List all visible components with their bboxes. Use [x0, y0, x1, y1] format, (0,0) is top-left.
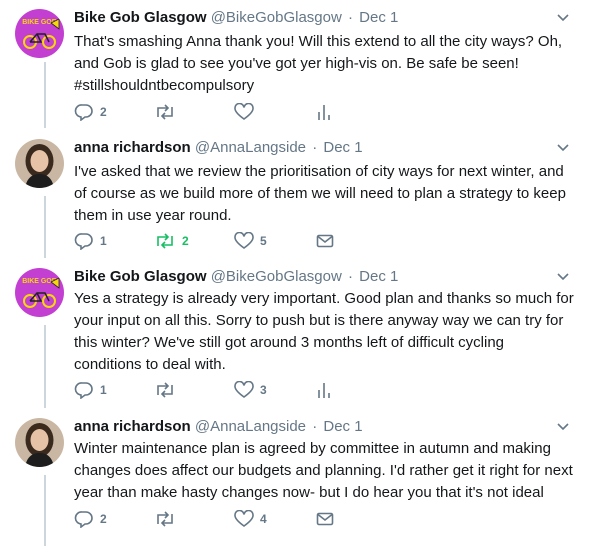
author-name[interactable]: anna richardson	[74, 139, 191, 156]
retweet-button[interactable]	[154, 102, 182, 122]
message-button[interactable]	[316, 231, 334, 251]
like-button[interactable]: 3	[234, 380, 267, 400]
retweet-button[interactable]	[154, 380, 182, 400]
separator: ·	[348, 268, 353, 285]
avatar-bike-gob-glasgow[interactable]: BIKE GOB	[15, 268, 64, 317]
retweet-icon	[157, 104, 173, 120]
like-button[interactable]: 4	[234, 509, 267, 529]
reply-count: 1	[100, 383, 107, 397]
avatar-bike-gob-glasgow[interactable]: BIKE GOB	[15, 9, 64, 58]
like-count: 5	[260, 234, 267, 248]
reply-icon	[74, 233, 93, 250]
reply-button[interactable]: 1	[74, 380, 107, 400]
tweet-text: I've asked that we review the prioritisa…	[74, 163, 566, 224]
timestamp[interactable]: Dec 1	[359, 9, 398, 26]
reply-button[interactable]: 2	[74, 509, 107, 529]
author-handle[interactable]: @AnnaLangside	[195, 418, 306, 435]
retweet-icon	[157, 382, 173, 398]
separator: ·	[348, 9, 353, 26]
tweet-text: Yes a strategy is already very important…	[74, 290, 574, 373]
author-handle[interactable]: @AnnaLangside	[195, 139, 306, 156]
tweet-header: anna richardson @AnnaLangside · Dec 1	[74, 418, 363, 435]
reply-icon	[74, 511, 93, 528]
tweet[interactable]: anna richardson @AnnaLangside · Dec 1 I'…	[0, 139, 593, 259]
tweet-header: Bike Gob Glasgow @BikeGobGlasgow · Dec 1	[74, 268, 398, 285]
like-count: 4	[260, 512, 267, 526]
avatar-anna-richardson[interactable]	[15, 139, 64, 188]
tweet-actions: 2 4	[74, 509, 374, 529]
heart-icon	[234, 510, 254, 527]
tweet[interactable]: BIKE GOB Bike Gob Glasgow @BikeGobGlasgo…	[0, 268, 593, 408]
heart-icon	[234, 381, 254, 398]
retweet-button[interactable]	[154, 509, 182, 529]
chevron-down-icon[interactable]	[555, 11, 571, 25]
chevron-down-icon[interactable]	[555, 141, 571, 155]
analytics-button[interactable]	[316, 380, 332, 400]
retweet-icon	[157, 511, 173, 527]
timestamp[interactable]: Dec 1	[359, 268, 398, 285]
analytics-icon	[318, 105, 330, 120]
timestamp[interactable]: Dec 1	[323, 139, 362, 156]
tweet[interactable]: BIKE GOB Bike Gob Glasgow @BikeGobGlasgo…	[0, 9, 593, 129]
reply-icon	[74, 382, 93, 399]
tweet-text: Winter maintenance plan is agreed by com…	[74, 440, 573, 501]
retweet-button[interactable]: 2	[154, 231, 189, 251]
chevron-down-icon[interactable]	[555, 270, 571, 284]
tweet-actions: 1 3	[74, 380, 374, 400]
separator: ·	[312, 139, 318, 156]
profile-photo-icon	[15, 418, 64, 467]
tweet-actions: 1 2 5	[74, 231, 374, 251]
heart-icon	[234, 232, 254, 249]
tweet-header: anna richardson @AnnaLangside · Dec 1	[74, 139, 363, 156]
tweet-actions: 2	[74, 102, 374, 122]
retweet-icon	[157, 233, 173, 249]
author-handle[interactable]: @BikeGobGlasgow	[211, 268, 342, 285]
timestamp[interactable]: Dec 1	[323, 418, 362, 435]
analytics-button[interactable]	[316, 102, 332, 122]
reply-count: 2	[100, 512, 107, 526]
message-icon	[316, 234, 334, 248]
retweet-count: 2	[182, 234, 189, 248]
analytics-icon	[318, 383, 330, 398]
reply-button[interactable]: 1	[74, 231, 107, 251]
like-button[interactable]: 5	[234, 231, 267, 251]
bike-gob-logo-icon: BIKE GOB	[15, 9, 64, 58]
reply-button[interactable]: 2	[74, 102, 107, 122]
avatar-anna-richardson[interactable]	[15, 418, 64, 467]
tweet-text: That's smashing Anna thank you! Will thi…	[74, 33, 563, 94]
message-icon	[316, 512, 334, 526]
tweet-header: Bike Gob Glasgow @BikeGobGlasgow · Dec 1	[74, 9, 398, 26]
author-name[interactable]: anna richardson	[74, 418, 191, 435]
message-button[interactable]	[316, 509, 334, 529]
profile-photo-icon	[15, 139, 64, 188]
like-button[interactable]	[234, 102, 260, 122]
author-name[interactable]: Bike Gob Glasgow	[74, 268, 207, 285]
tweet[interactable]: anna richardson @AnnaLangside · Dec 1 Wi…	[0, 418, 593, 546]
separator: ·	[312, 418, 318, 435]
chevron-down-icon[interactable]	[555, 420, 571, 434]
reply-icon	[74, 104, 93, 121]
reply-count: 2	[100, 105, 107, 119]
author-name[interactable]: Bike Gob Glasgow	[74, 9, 207, 26]
reply-count: 1	[100, 234, 107, 248]
heart-icon	[234, 103, 254, 120]
author-handle[interactable]: @BikeGobGlasgow	[211, 9, 342, 26]
like-count: 3	[260, 383, 267, 397]
bike-gob-logo-icon: BIKE GOB	[15, 268, 64, 317]
